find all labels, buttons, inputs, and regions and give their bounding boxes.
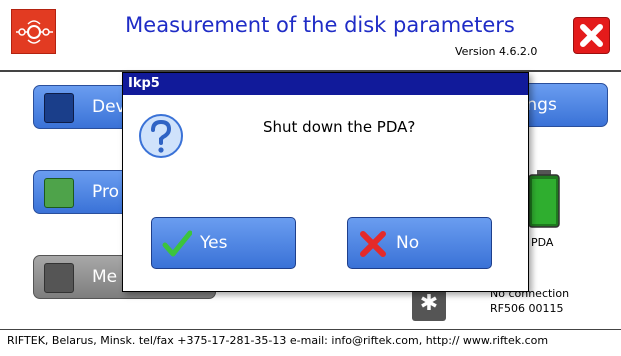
close-icon (580, 24, 603, 47)
shutdown-dialog: Ikp5 Shut down the PDA? Yes No (122, 72, 529, 292)
bluetooth-icon[interactable]: ✱ (412, 287, 446, 321)
process-icon (44, 178, 74, 208)
measure-icon (44, 263, 74, 293)
version-label: Version 4.6.2.0 (455, 45, 538, 58)
logo-icon (11, 9, 56, 54)
no-button[interactable]: No (347, 217, 492, 269)
header: Measurement of the disk parameters Versi… (0, 0, 621, 72)
battery-icon (528, 170, 560, 228)
check-icon (162, 230, 192, 257)
question-icon (139, 114, 183, 158)
device-id: RF506 00115 (490, 302, 564, 315)
devices-icon (44, 93, 74, 123)
yes-button[interactable]: Yes (151, 217, 296, 269)
battery-label: PDA (531, 236, 554, 249)
devices-label: Dev (92, 97, 126, 117)
app-title: Measurement of the disk parameters (125, 13, 515, 37)
footer-text: RIFTEK, Belarus, Minsk. tel/fax +375-17-… (7, 334, 549, 347)
dialog-message: Shut down the PDA? (263, 118, 416, 136)
no-label: No (396, 233, 420, 253)
process-label: Pro (92, 182, 119, 202)
yes-label: Yes (200, 233, 228, 253)
close-button[interactable] (573, 17, 610, 54)
footer-divider (0, 329, 621, 330)
x-icon (360, 231, 386, 257)
measure-label: Me (92, 267, 118, 287)
dialog-title: Ikp5 (123, 73, 528, 95)
